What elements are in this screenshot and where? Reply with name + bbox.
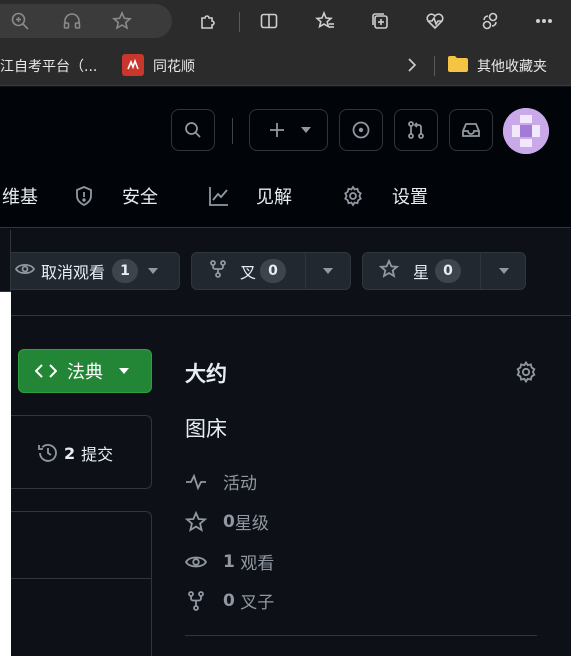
folder-icon <box>448 56 468 72</box>
forks-label: 叉子 <box>240 593 275 613</box>
pull-request-icon <box>408 121 424 139</box>
read-aloud-icon[interactable] <box>58 7 86 35</box>
star-icon <box>185 510 207 532</box>
header-divider <box>232 118 233 144</box>
fork-icon <box>188 590 204 611</box>
latest-commit-box: 2 提交 <box>11 415 152 489</box>
tonghuashun-logo-icon <box>122 54 144 76</box>
tab-security[interactable]: 安全 <box>122 183 158 209</box>
gear-icon <box>342 185 364 207</box>
unwatch-label: 取消观看 <box>41 263 106 282</box>
search-button[interactable] <box>171 109 215 151</box>
side-panel-header <box>0 230 11 292</box>
tab-insights[interactable]: 见解 <box>256 183 292 209</box>
browser-essentials-icon[interactable] <box>421 7 449 35</box>
stars-link[interactable]: 0 星级 <box>185 509 269 534</box>
about-heading: 大约 <box>185 362 227 386</box>
star-count: 0 <box>435 259 462 283</box>
search-icon <box>185 122 201 138</box>
forks-count: 0 <box>223 590 235 611</box>
star-button[interactable]: 星 0 <box>362 252 526 290</box>
about-divider <box>185 635 537 636</box>
favorites-bar: 江自考平台（... 同花顺 其他收藏夹 <box>0 44 571 86</box>
code-button-label: 法典 <box>67 362 103 383</box>
chevron-down-icon <box>300 127 311 133</box>
fork-button[interactable]: 叉 0 <box>191 252 351 290</box>
chevron-down-icon <box>119 368 129 374</box>
file-list-box <box>11 511 152 656</box>
more-icon[interactable] <box>530 7 558 35</box>
watch-count: 1 <box>112 259 139 283</box>
split-screen-icon[interactable] <box>255 7 283 35</box>
pull-requests-button[interactable] <box>394 109 438 151</box>
unwatch-button[interactable]: 取消观看 1 <box>11 252 180 290</box>
commit-count: 2 <box>64 443 76 463</box>
gear-icon <box>516 360 536 384</box>
commit-label: 提交 <box>81 445 114 464</box>
tab-wiki[interactable]: 维基 <box>2 183 38 209</box>
star-icon <box>378 258 400 283</box>
identicon-avatar-icon <box>503 108 549 154</box>
favorites-divider <box>434 56 435 76</box>
chevron-down-icon[interactable] <box>148 268 159 274</box>
other-favorites[interactable]: 其他收藏夹 <box>477 56 547 76</box>
chevron-right-icon[interactable] <box>404 57 420 73</box>
chevron-down-icon[interactable] <box>499 268 509 274</box>
activity-link[interactable]: 活动 <box>185 469 257 494</box>
inbox-button[interactable] <box>449 109 493 151</box>
avatar[interactable] <box>503 108 549 154</box>
extensions-icon[interactable] <box>194 7 222 35</box>
zoom-in-icon[interactable] <box>6 7 34 35</box>
side-panel <box>0 230 11 656</box>
stars-label: 星级 <box>234 514 269 534</box>
eye-icon <box>14 259 36 283</box>
repo-description: 图床 <box>185 417 227 441</box>
favorites-icon[interactable] <box>311 7 339 35</box>
plus-icon <box>269 123 284 137</box>
eye-icon <box>185 556 207 567</box>
fork-label: 叉 <box>240 263 257 282</box>
browser-toolbar <box>0 0 571 44</box>
favorite-star-icon[interactable] <box>108 7 136 35</box>
inbox-icon <box>462 123 480 137</box>
shield-icon <box>73 185 95 207</box>
toolbar-divider <box>239 12 240 32</box>
address-bar[interactable] <box>0 4 172 38</box>
tab-settings[interactable]: 设置 <box>392 183 428 209</box>
issue-icon <box>352 121 370 139</box>
about-settings-button[interactable] <box>514 360 538 384</box>
history-icon <box>38 444 57 462</box>
favorite-item[interactable]: 同花顺 <box>153 56 195 76</box>
stars-count: 0 <box>223 511 235 532</box>
watchers-link[interactable]: 1 观看 <box>185 549 274 574</box>
commits-link[interactable]: 2 提交 <box>36 441 113 465</box>
create-new-button[interactable] <box>249 109 328 151</box>
star-label: 星 <box>413 263 430 282</box>
pulse-icon <box>186 473 206 490</box>
watchers-label: 观看 <box>240 554 275 574</box>
fork-split-divider <box>305 253 306 289</box>
graph-icon <box>208 185 230 207</box>
fork-icon <box>208 259 228 283</box>
code-icon <box>35 364 57 378</box>
activity-label: 活动 <box>223 474 257 494</box>
star-split-divider <box>480 253 481 289</box>
code-button[interactable]: 法典 <box>18 349 152 393</box>
chevron-down-icon[interactable] <box>323 268 333 274</box>
collections-icon[interactable] <box>366 7 394 35</box>
forks-link[interactable]: 0 叉子 <box>185 588 274 613</box>
section-divider <box>11 315 571 316</box>
fork-count: 0 <box>260 259 287 283</box>
file-list-divider <box>11 578 152 579</box>
copilot-icon[interactable] <box>476 7 504 35</box>
issues-button[interactable] <box>339 109 383 151</box>
watchers-count: 1 <box>223 551 235 572</box>
favorite-item[interactable]: 江自考平台（... <box>0 56 97 76</box>
